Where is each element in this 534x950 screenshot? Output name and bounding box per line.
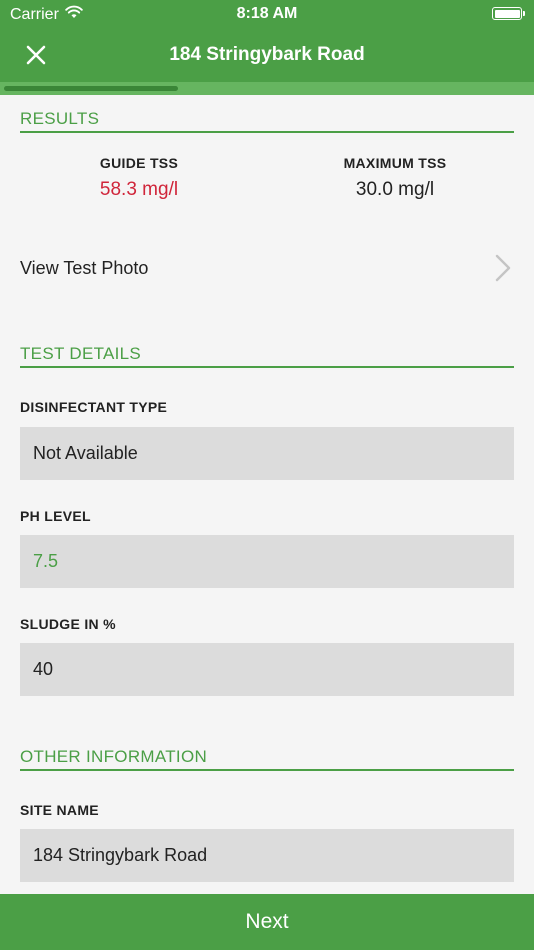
sludge-field[interactable]: 40 [20, 643, 514, 696]
maximum-tss-label: MAXIMUM TSS [343, 155, 447, 171]
ph-level-label: PH LEVEL [20, 508, 91, 524]
disinfectant-type-field[interactable]: Not Available [20, 427, 514, 480]
guide-tss: GUIDE TSS 58.3 mg/l [39, 155, 239, 201]
view-test-photo-label: View Test Photo [20, 258, 149, 278]
sludge-label: SLUDGE IN % [20, 616, 116, 632]
site-name-label: SITE NAME [20, 802, 99, 818]
disinfectant-type-label: DISINFECTANT TYPE [20, 399, 168, 415]
next-button[interactable]: Next [0, 894, 534, 950]
battery-level [494, 9, 520, 18]
guide-tss-value: 58.3 mg/l [99, 179, 179, 200]
status-bar: Carrier 8:18 AM [0, 0, 534, 28]
other-information-section-title: OTHER INFORMATION [20, 739, 514, 771]
page-title: 184 Stringybark Road [169, 44, 365, 65]
app-header: Carrier 8:18 AM 184 Stringybark Road [0, 0, 534, 95]
maximum-tss: MAXIMUM TSS 30.0 mg/l [295, 155, 495, 201]
next-button-label: Next [245, 910, 289, 933]
site-name-field[interactable]: 184 Stringybark Road [20, 829, 514, 882]
status-time: 8:18 AM [236, 5, 298, 22]
guide-tss-label: GUIDE TSS [99, 155, 179, 171]
ph-level-field[interactable]: 7.5 [20, 535, 514, 588]
chevron-right-icon [494, 253, 512, 288]
results-section-title: RESULTS [20, 101, 514, 133]
battery-icon [492, 7, 525, 20]
nav-bar: 184 Stringybark Road [0, 28, 534, 82]
test-details-section-title: TEST DETAILS [20, 336, 514, 368]
progress-fill [4, 86, 178, 91]
view-test-photo-row[interactable]: View Test Photo [0, 245, 534, 291]
progress-bar [0, 82, 534, 95]
maximum-tss-value: 30.0 mg/l [355, 179, 435, 200]
